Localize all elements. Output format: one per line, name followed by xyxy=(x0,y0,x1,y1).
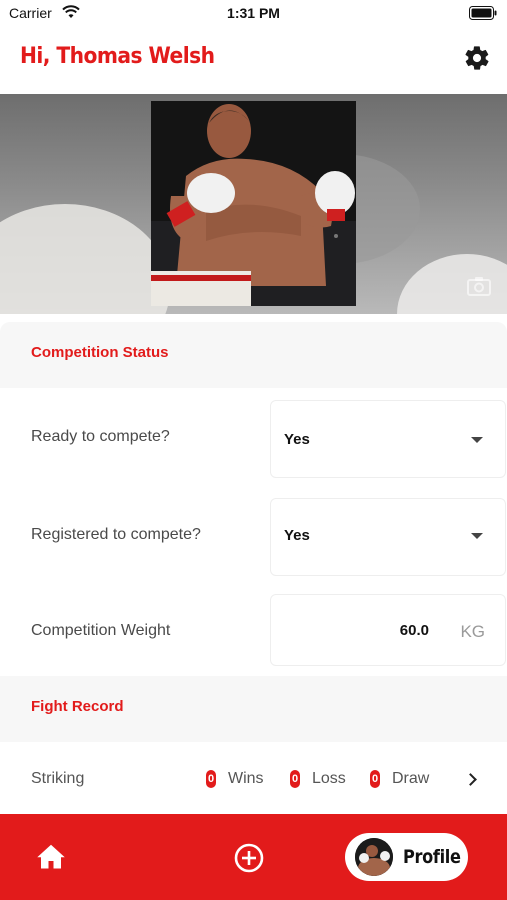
loss-label: Loss xyxy=(312,770,346,787)
competition-section-header: Competition Status xyxy=(0,322,507,388)
draw-count-badge: 0 xyxy=(370,770,380,788)
camera-icon[interactable] xyxy=(467,276,491,301)
wins-label: Wins xyxy=(228,770,264,787)
profile-tab-label: Profile xyxy=(403,846,461,868)
profile-tab-button[interactable]: Profile xyxy=(345,833,468,881)
registered-value: Yes xyxy=(284,527,310,544)
fight-category-label: Striking xyxy=(31,770,85,787)
ready-dropdown[interactable]: Yes xyxy=(270,400,506,478)
profile-card: Competition Status Ready to compete? Yes… xyxy=(0,322,507,814)
ready-value: Yes xyxy=(284,431,310,448)
weight-row: Competition Weight 60.0 KG xyxy=(0,594,507,666)
weight-input[interactable]: 60.0 KG xyxy=(270,594,506,666)
registered-label: Registered to compete? xyxy=(31,526,201,543)
greeting-title: Hi, Thomas Welsh xyxy=(20,44,215,69)
caret-down-icon xyxy=(471,533,483,539)
registered-dropdown[interactable]: Yes xyxy=(270,498,506,576)
profile-photo[interactable] xyxy=(151,101,356,306)
draw-label: Draw xyxy=(392,770,430,787)
battery-icon xyxy=(469,6,497,25)
bottom-tab-bar: Profile xyxy=(0,814,507,900)
ready-row: Ready to compete? Yes xyxy=(0,398,507,478)
registered-row: Registered to compete? Yes xyxy=(0,498,507,576)
ready-label: Ready to compete? xyxy=(31,428,170,445)
caret-down-icon xyxy=(471,437,483,443)
fight-record-row[interactable]: Striking 0 Wins 0 Loss 0 Draw xyxy=(0,742,507,814)
fight-record-section-title: Fight Record xyxy=(31,698,124,715)
weight-label: Competition Weight xyxy=(31,622,171,639)
wins-count-badge: 0 xyxy=(206,770,216,788)
loss-count-badge: 0 xyxy=(290,770,300,788)
cover-blur-shape xyxy=(0,204,170,314)
app-header: Hi, Thomas Welsh xyxy=(0,28,507,94)
chevron-right-icon[interactable] xyxy=(464,773,477,786)
add-circle-icon[interactable] xyxy=(233,842,265,879)
fight-record-section-header: Fight Record xyxy=(0,676,507,742)
home-icon[interactable] xyxy=(36,842,66,875)
weight-value: 60.0 xyxy=(399,622,429,639)
weight-unit: KG xyxy=(460,622,485,641)
clock: 1:31 PM xyxy=(227,5,280,21)
avatar xyxy=(355,838,393,876)
status-bar: Carrier 1:31 PM xyxy=(0,0,507,28)
competition-section-title: Competition Status xyxy=(31,344,169,361)
gear-icon[interactable] xyxy=(463,44,491,72)
